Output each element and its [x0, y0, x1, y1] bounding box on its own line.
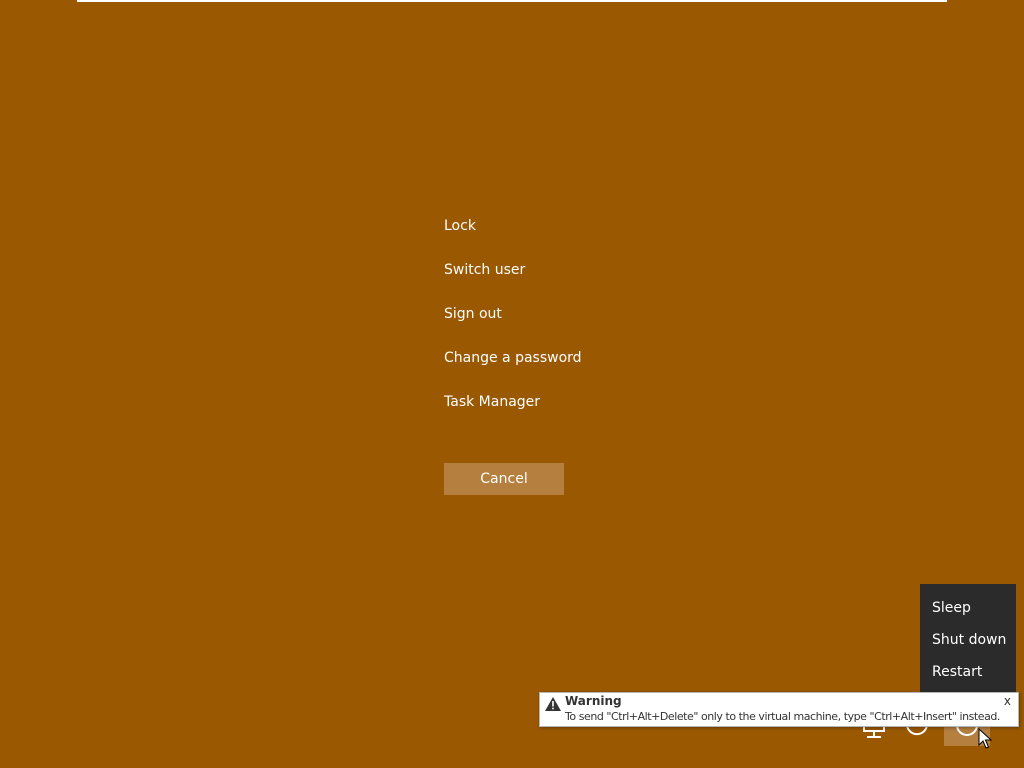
sleep-menu-item[interactable]: Sleep [920, 598, 1016, 630]
warning-notification: Warning To send "Ctrl+Alt+Delete" only t… [539, 692, 1019, 727]
shut-down-menu-item[interactable]: Shut down [920, 630, 1016, 662]
restart-menu-item[interactable]: Restart [920, 662, 1016, 694]
warning-icon [545, 697, 561, 711]
change-password-option[interactable]: Change a password [444, 348, 582, 392]
top-edge-bar [77, 0, 947, 2]
sign-out-option[interactable]: Sign out [444, 304, 582, 348]
mouse-cursor-icon [978, 728, 992, 749]
lock-option[interactable]: Lock [444, 216, 582, 260]
cancel-button[interactable]: Cancel [444, 463, 564, 495]
switch-user-option[interactable]: Switch user [444, 260, 582, 304]
task-manager-option[interactable]: Task Manager [444, 392, 582, 436]
warning-message: To send "Ctrl+Alt+Delete" only to the vi… [565, 710, 1000, 723]
security-options-menu: Lock Switch user Sign out Change a passw… [444, 216, 582, 436]
close-icon[interactable]: x [1004, 694, 1011, 708]
power-menu: Sleep Shut down Restart [920, 584, 1016, 692]
warning-title: Warning [565, 694, 622, 708]
